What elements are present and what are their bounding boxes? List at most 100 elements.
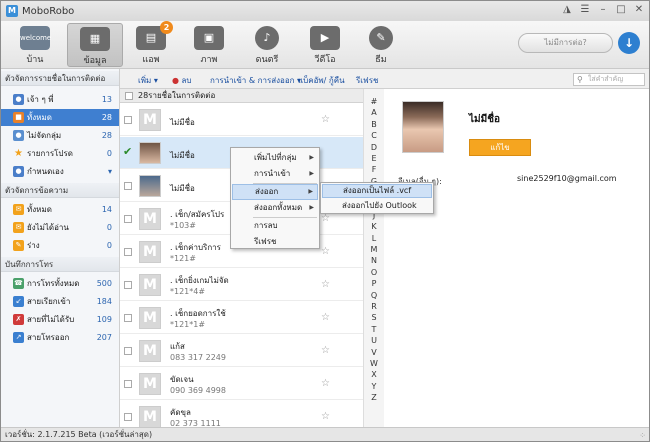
table-row[interactable]: M ไม่มีชื่อ ☆ [120, 104, 363, 136]
alphabet-letter[interactable]: T [369, 324, 379, 335]
row-checkbox[interactable] [124, 413, 132, 421]
shirt-icon[interactable]: ◮ [561, 4, 573, 15]
alphabet-letter[interactable]: S [369, 312, 379, 323]
nav-video[interactable]: ▶ วีดีโอ [297, 23, 353, 67]
row-checkbox[interactable] [124, 314, 132, 322]
select-all-checkbox[interactable] [125, 92, 133, 100]
table-row[interactable]: M ขัดเจน 090 369 4998 ☆ [120, 368, 363, 400]
star-icon[interactable]: ☆ [321, 345, 330, 356]
check-icon[interactable]: ✔ [123, 145, 132, 158]
row-checkbox[interactable] [124, 116, 132, 124]
nav-home[interactable]: welcome บ้าน [7, 23, 63, 67]
sidebar-item-friends[interactable]: ● เจ้า ๆ พี่ 13 [1, 91, 119, 108]
sidebar-item-drafts[interactable]: ✎ ร่าง 0 [1, 237, 119, 254]
chevron-down-icon[interactable]: ▾ [108, 163, 112, 180]
alphabet-letter[interactable]: R [369, 301, 379, 312]
palette-icon: ✎ [369, 26, 393, 50]
menu-item-export[interactable]: ส่งออก ▶ [232, 184, 318, 200]
version-text: เวอร์ชั่น: 2.1.7.215 Beta (เวอร์ชั่นล่าส… [5, 430, 153, 439]
photo-icon: ▣ [194, 26, 224, 50]
download-icon[interactable]: ↓ [618, 32, 640, 54]
alphabet-letter[interactable]: P [369, 278, 379, 289]
alphabet-letter[interactable]: D [369, 142, 379, 153]
star-icon[interactable]: ☆ [321, 246, 330, 257]
nav-themes[interactable]: ✎ ธีม [353, 23, 409, 67]
connect-device-button[interactable]: ไม่มีการต่อ? [518, 33, 613, 53]
star-icon[interactable]: ☆ [321, 114, 330, 125]
table-row[interactable]: M คัดขุล 02 373 1111 ☆ [120, 401, 363, 427]
alphabet-letter[interactable]: U [369, 335, 379, 346]
alphabet-letter[interactable]: L [369, 233, 379, 244]
sidebar-item-favorites[interactable]: ★ รายการโปรด 0 [1, 145, 119, 162]
sidebar-item-incoming[interactable]: ↙ สายเรียกเข้า 184 [1, 293, 119, 310]
person-icon: ● [13, 130, 24, 141]
sidebar-item-custom[interactable]: ● กำหนดเอง ▾ [1, 163, 119, 180]
menu-item-refresh[interactable]: รีเฟรช [232, 234, 318, 250]
alphabet-letter[interactable]: K [369, 221, 379, 232]
alphabet-letter[interactable]: X [369, 369, 379, 380]
backup-restore-button[interactable]: แบ็คอัพ/ กู้คืน [298, 74, 345, 87]
menu-item-export-all[interactable]: ส่งออกทั้งหมด ▶ [232, 200, 318, 216]
alphabet-letter[interactable]: N [369, 255, 379, 266]
edit-button[interactable]: แก้ไข [469, 139, 531, 156]
table-row[interactable]: M แก้ส 083 317 2249 ☆ [120, 335, 363, 367]
sidebar-item-ungrouped[interactable]: ● ไม่จัดกลุ่ม 28 [1, 127, 119, 144]
nav-apps[interactable]: ▤ แอพ 2 [123, 21, 179, 67]
alphabet-letter[interactable]: M [369, 244, 379, 255]
close-icon[interactable]: ✕ [633, 4, 645, 15]
menu-icon[interactable]: ☰ [579, 4, 591, 15]
sidebar-item-all-contacts[interactable]: ■ ทั้งหมด 28 [1, 109, 119, 126]
add-button[interactable]: เพิ่ม ▾ [138, 74, 158, 87]
alphabet-letter[interactable]: C [369, 130, 379, 141]
alphabet-letter[interactable]: E [369, 153, 379, 164]
row-checkbox[interactable] [124, 182, 132, 190]
sidebar-item-unread[interactable]: ✉ ยังไม่ได้อ่าน 0 [1, 219, 119, 236]
table-row[interactable]: M . เช็กยิ่งเกมไม่จัด *121*4# ☆ [120, 269, 363, 301]
row-checkbox[interactable] [124, 281, 132, 289]
alphabet-letter[interactable]: Z [369, 392, 379, 403]
menu-item-export-vcf[interactable]: ส่งออกเป็นไฟล์ .vcf [322, 184, 432, 198]
star-icon[interactable]: ☆ [321, 378, 330, 389]
alphabet-letter[interactable]: # [369, 96, 379, 107]
contact-name: ไม่มีชื่อ [469, 114, 501, 125]
row-checkbox[interactable] [124, 215, 132, 223]
alphabet-letter[interactable]: Y [369, 381, 379, 392]
row-checkbox[interactable] [124, 248, 132, 256]
row-checkbox[interactable] [124, 347, 132, 355]
alphabet-letter[interactable]: F [369, 164, 379, 175]
menu-item-export-outlook[interactable]: ส่งออกไปยัง Outlook [322, 199, 432, 213]
star-icon[interactable]: ☆ [321, 279, 330, 290]
minimize-icon[interactable]: – [597, 4, 609, 15]
sidebar-item-all-messages[interactable]: ✉ ทั้งหมด 14 [1, 201, 119, 218]
star-icon[interactable]: ☆ [321, 213, 330, 224]
maximize-icon[interactable]: □ [615, 4, 627, 15]
delete-button[interactable]: ● ลบ [172, 74, 192, 87]
music-disc-icon: ♪ [255, 26, 279, 50]
nav-photos[interactable]: ▣ ภาพ [181, 23, 237, 67]
sidebar-item-missed[interactable]: ✗ สายที่ไม่ได้รับ 109 [1, 311, 119, 328]
star-icon[interactable]: ☆ [321, 411, 330, 422]
alphabet-letter[interactable]: O [369, 267, 379, 278]
sidebar-item-outgoing[interactable]: ↗ สายโทรออก 207 [1, 329, 119, 346]
nav-music[interactable]: ♪ ดนตรี [239, 23, 295, 67]
refresh-button[interactable]: รีเฟรช [356, 74, 378, 87]
alphabet-letter[interactable]: V [369, 347, 379, 358]
nav-data[interactable]: ▦ ข้อมูล [67, 23, 123, 67]
alphabet-letter[interactable]: W [369, 358, 379, 369]
contacts-toolbar: เพิ่ม ▾ ● ลบ การนำเข้า & การส่งออก ▾ แบ็… [120, 69, 649, 89]
menu-item-import[interactable]: การนำเข้า ▶ [232, 166, 318, 182]
alphabet-letter[interactable]: A [369, 107, 379, 118]
nav-photos-label: ภาพ [200, 55, 218, 65]
menu-item-delete[interactable]: การลบ [232, 218, 318, 234]
menu-item-add-to-group[interactable]: เพิ่มไปที่กลุ่ม ▶ [232, 150, 318, 166]
alphabet-letter[interactable]: Q [369, 290, 379, 301]
star-icon[interactable]: ☆ [321, 312, 330, 323]
import-export-button[interactable]: การนำเข้า & การส่งออก ▾ [210, 74, 301, 87]
sidebar-item-all-calls[interactable]: ☎ การโทรทั้งหมด 500 [1, 275, 119, 292]
search-input[interactable]: ⚲ ใส่คำสำคัญ [573, 73, 645, 86]
alphabet-letter[interactable]: B [369, 119, 379, 130]
table-row[interactable]: M . เช็กยอดการใช้ *121*1# ☆ [120, 302, 363, 334]
app-logo-icon: M [6, 5, 18, 17]
row-checkbox[interactable] [124, 380, 132, 388]
resize-grip-icon[interactable]: ⁘ [639, 429, 646, 441]
